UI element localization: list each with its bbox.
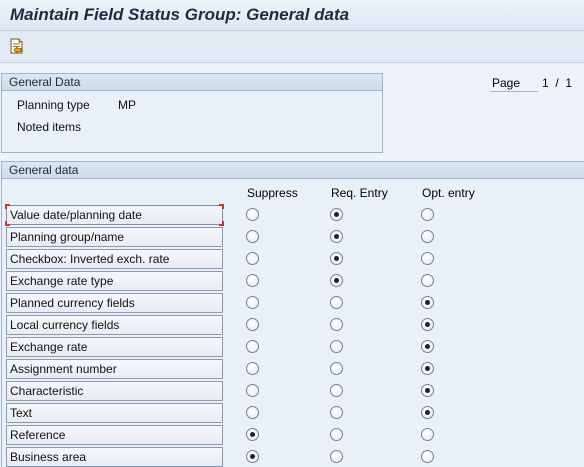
- application-toolbar: [0, 31, 584, 63]
- suppress-radio[interactable]: [246, 428, 259, 441]
- req-entry-radio[interactable]: [330, 428, 343, 441]
- opt-entry-radio[interactable]: [421, 252, 434, 265]
- focus-marker: [219, 204, 224, 209]
- req-entry-radio[interactable]: [330, 208, 343, 221]
- general-data-header-group: General Data: [1, 73, 383, 153]
- field-label[interactable]: Exchange rate: [6, 337, 223, 357]
- opt-entry-radio[interactable]: [421, 230, 434, 243]
- field-label[interactable]: Local currency fields: [6, 315, 223, 335]
- table-row: Checkbox: Inverted exch. rate: [6, 249, 584, 269]
- opt-entry-radio[interactable]: [421, 450, 434, 463]
- suppress-radio[interactable]: [246, 406, 259, 419]
- page-number: 1 / 1: [542, 76, 572, 91]
- page-separator: /: [555, 76, 559, 90]
- opt-entry-radio[interactable]: [421, 384, 434, 397]
- title-bar: Maintain Field Status Group: General dat…: [0, 0, 584, 31]
- req-entry-radio[interactable]: [330, 384, 343, 397]
- req-entry-radio[interactable]: [330, 230, 343, 243]
- document-transfer-icon[interactable]: [9, 38, 25, 54]
- req-entry-radio[interactable]: [330, 274, 343, 287]
- suppress-radio[interactable]: [246, 208, 259, 221]
- field-label[interactable]: Checkbox: Inverted exch. rate: [6, 249, 223, 269]
- table-row: Text: [6, 403, 584, 423]
- opt-entry-radio[interactable]: [421, 428, 434, 441]
- suppress-radio[interactable]: [246, 340, 259, 353]
- page-title: Maintain Field Status Group: General dat…: [10, 5, 350, 24]
- req-entry-radio[interactable]: [330, 252, 343, 265]
- suppress-radio[interactable]: [246, 274, 259, 287]
- noted-items-label: Noted items: [17, 120, 82, 134]
- opt-entry-radio[interactable]: [421, 362, 434, 375]
- table-row: Business area: [6, 447, 584, 467]
- field-label[interactable]: Planning group/name: [6, 227, 223, 247]
- opt-entry-radio[interactable]: [421, 406, 434, 419]
- focus-marker: [5, 221, 10, 226]
- column-header-req-entry: Req. Entry: [331, 186, 388, 200]
- suppress-radio[interactable]: [246, 296, 259, 309]
- field-label[interactable]: Characteristic: [6, 381, 223, 401]
- suppress-radio[interactable]: [246, 252, 259, 265]
- req-entry-radio[interactable]: [330, 450, 343, 463]
- planning-type-label: Planning type: [17, 98, 90, 112]
- field-label[interactable]: Value date/planning date: [5, 204, 224, 226]
- page-total: 1: [565, 76, 573, 90]
- page-label: Page: [490, 76, 538, 92]
- req-entry-radio[interactable]: [330, 406, 343, 419]
- suppress-radio[interactable]: [246, 384, 259, 397]
- opt-entry-radio[interactable]: [421, 296, 434, 309]
- req-entry-radio[interactable]: [330, 296, 343, 309]
- table-row: Reference: [6, 425, 584, 445]
- column-header-opt-entry: Opt. entry: [422, 186, 475, 200]
- req-entry-radio[interactable]: [330, 318, 343, 331]
- suppress-radio[interactable]: [246, 362, 259, 375]
- focus-marker: [219, 221, 224, 226]
- suppress-radio[interactable]: [246, 230, 259, 243]
- field-label[interactable]: Exchange rate type: [6, 271, 223, 291]
- opt-entry-radio[interactable]: [421, 274, 434, 287]
- suppress-radio[interactable]: [246, 450, 259, 463]
- opt-entry-radio[interactable]: [421, 340, 434, 353]
- planning-type-value: MP: [118, 98, 136, 112]
- req-entry-radio[interactable]: [330, 362, 343, 375]
- table-row: Exchange rate type: [6, 271, 584, 291]
- field-label[interactable]: Business area: [6, 447, 223, 467]
- table-row: Planned currency fields: [6, 293, 584, 313]
- focus-marker: [5, 204, 10, 209]
- general-data-group-title: General data: [2, 162, 584, 179]
- suppress-radio[interactable]: [246, 318, 259, 331]
- table-row: Characteristic: [6, 381, 584, 401]
- field-label[interactable]: Assignment number: [6, 359, 223, 379]
- field-label[interactable]: Planned currency fields: [6, 293, 223, 313]
- opt-entry-radio[interactable]: [421, 318, 434, 331]
- main-content: General Data Planning type MP Noted item…: [0, 64, 584, 467]
- req-entry-radio[interactable]: [330, 340, 343, 353]
- field-label[interactable]: Reference: [6, 425, 223, 445]
- table-row: Assignment number: [6, 359, 584, 379]
- column-header-suppress: Suppress: [247, 186, 298, 200]
- general-data-header-title: General Data: [2, 74, 382, 91]
- table-row: Planning group/name: [6, 227, 584, 247]
- opt-entry-radio[interactable]: [421, 208, 434, 221]
- table-row: Value date/planning date: [5, 204, 584, 226]
- page-current: 1: [542, 76, 549, 90]
- field-label[interactable]: Text: [6, 403, 223, 423]
- table-row: Exchange rate: [6, 337, 584, 357]
- table-row: Local currency fields: [6, 315, 584, 335]
